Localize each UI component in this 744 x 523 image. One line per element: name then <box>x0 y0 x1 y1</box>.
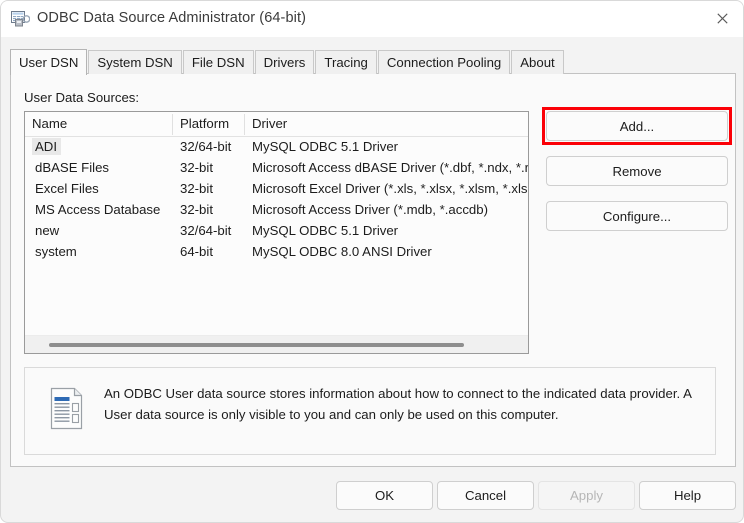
cell-platform: 32-bit <box>180 181 213 196</box>
cell-driver: MySQL ODBC 5.1 Driver <box>252 223 399 238</box>
column-divider-2[interactable] <box>244 114 245 135</box>
table-row[interactable]: ADI 32/64-bit MySQL ODBC 5.1 Driver <box>25 137 528 158</box>
list-header-row: Name Platform Driver <box>25 112 528 137</box>
tab-drivers[interactable]: Drivers <box>254 50 315 74</box>
tab-tracing[interactable]: Tracing <box>315 50 377 74</box>
table-row[interactable]: dBASE Files 32-bit Microsoft Access dBAS… <box>25 158 528 179</box>
cell-platform: 64-bit <box>180 244 213 259</box>
cell-name: Excel Files <box>35 181 99 196</box>
cell-platform: 32-bit <box>180 202 213 217</box>
cell-platform: 32/64-bit <box>180 139 232 154</box>
column-header-name[interactable]: Name <box>32 116 67 131</box>
cell-driver: Microsoft Access Driver (*.mdb, *.accdb) <box>252 202 488 217</box>
cell-driver: MySQL ODBC 8.0 ANSI Driver <box>252 244 432 259</box>
column-header-driver[interactable]: Driver <box>252 116 287 131</box>
info-box: An ODBC User data source stores informat… <box>24 367 716 455</box>
cancel-button[interactable]: Cancel <box>437 481 534 510</box>
odbc-app-icon <box>11 10 31 28</box>
column-divider-1[interactable] <box>172 114 173 135</box>
scrollbar-thumb[interactable] <box>49 343 464 347</box>
remove-button[interactable]: Remove <box>546 156 728 186</box>
add-button[interactable]: Add... <box>546 111 728 141</box>
tab-user-dsn[interactable]: User DSN <box>10 49 88 75</box>
user-data-sources-label: User Data Sources: <box>24 90 140 105</box>
cell-name: system <box>35 244 77 259</box>
tab-strip: User DSN System DSN File DSN Drivers Tra… <box>10 49 565 75</box>
cell-driver: Microsoft Access dBASE Driver (*.dbf, *.… <box>252 160 529 175</box>
column-header-platform[interactable]: Platform <box>180 116 229 131</box>
odbc-admin-window: ODBC Data Source Administrator (64-bit) … <box>0 0 744 523</box>
table-row[interactable]: MS Access Database 32-bit Microsoft Acce… <box>25 200 528 221</box>
cell-name: dBASE Files <box>35 160 110 175</box>
tab-about[interactable]: About <box>511 50 564 74</box>
info-description: An ODBC User data source stores informat… <box>104 386 692 422</box>
tab-file-dsn[interactable]: File DSN <box>182 50 254 74</box>
cell-name: MS Access Database <box>35 202 161 217</box>
tab-system-dsn[interactable]: System DSN <box>88 50 182 74</box>
title-bar: ODBC Data Source Administrator (64-bit) <box>1 1 743 37</box>
tab-connection-pooling[interactable]: Connection Pooling <box>377 50 511 74</box>
configure-button[interactable]: Configure... <box>546 201 728 231</box>
ok-button[interactable]: OK <box>336 481 433 510</box>
cell-driver: MySQL ODBC 5.1 Driver <box>252 139 399 154</box>
cell-name: ADI <box>32 138 61 155</box>
table-row[interactable]: system 64-bit MySQL ODBC 8.0 ANSI Driver <box>25 242 528 263</box>
close-icon[interactable] <box>699 1 743 35</box>
window-title: ODBC Data Source Administrator (64-bit) <box>37 10 307 26</box>
apply-button: Apply <box>538 481 635 510</box>
data-source-document-icon <box>49 386 89 431</box>
cell-platform: 32/64-bit <box>180 223 232 238</box>
table-row[interactable]: new 32/64-bit MySQL ODBC 5.1 Driver <box>25 221 528 242</box>
help-button[interactable]: Help <box>639 481 736 510</box>
table-row[interactable]: Excel Files 32-bit Microsoft Excel Drive… <box>25 179 528 200</box>
user-dsn-panel: User Data Sources: Name Platform Driver … <box>10 73 736 467</box>
cell-name: new <box>35 223 60 238</box>
cell-driver: Microsoft Excel Driver (*.xls, *.xlsx, *… <box>252 181 529 196</box>
cell-platform: 32-bit <box>180 160 213 175</box>
list-horizontal-scrollbar[interactable] <box>25 335 528 353</box>
user-data-sources-list[interactable]: Name Platform Driver ADI 32/64-bit MySQL… <box>24 111 529 354</box>
